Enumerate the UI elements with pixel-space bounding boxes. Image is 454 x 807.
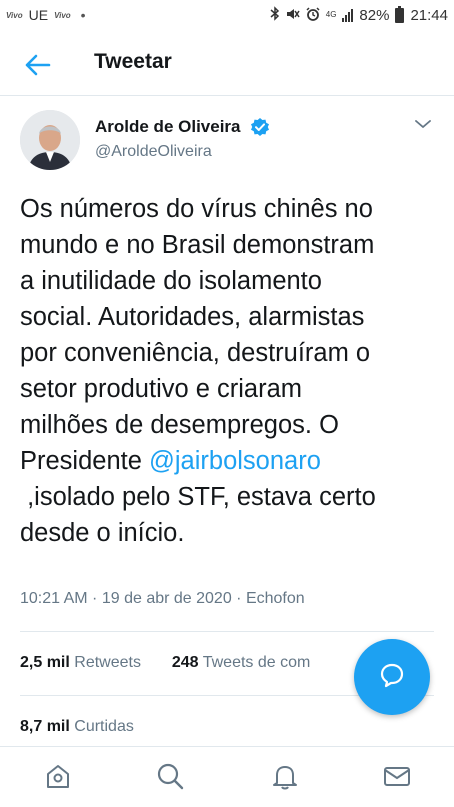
- author-name[interactable]: Arolde de Oliveira: [95, 117, 241, 137]
- status-bar: Vivo UE Vivo • 4G 82% 21:44: [0, 0, 454, 34]
- author-handle[interactable]: @AroldeOliveira: [95, 143, 212, 161]
- back-arrow-icon[interactable]: [24, 52, 52, 78]
- search-icon[interactable]: [155, 761, 185, 791]
- tweet-line: setor produtivo e criaram: [20, 375, 303, 403]
- tweet-line: social. Autoridades, alarmistas: [20, 303, 365, 331]
- page-title: Tweetar: [94, 50, 172, 73]
- tweet-line: mundo e no Brasil demonstram: [20, 231, 375, 259]
- tweet-line: Os números do vírus chinês no: [20, 195, 373, 223]
- status-right: 4G 82% 21:44: [270, 5, 448, 24]
- notification-dot-icon: •: [80, 7, 86, 23]
- quote-tweets-label: Tweets de com: [202, 654, 311, 671]
- carrier-mini-label-2: Vivo: [54, 10, 71, 20]
- tweet-line: ,isolado pelo STF, estava certo: [20, 483, 376, 511]
- likes-label: Curtidas: [74, 718, 134, 735]
- meta-separator: ·: [87, 590, 102, 607]
- signal-icon: [342, 8, 354, 22]
- tweet-line: por conveniência, destruíram o: [20, 339, 371, 367]
- home-icon[interactable]: [43, 761, 73, 791]
- tweet-time: 10:21 AM: [20, 590, 88, 607]
- chevron-down-icon[interactable]: [414, 117, 432, 129]
- mute-icon: [286, 7, 300, 24]
- tweet-line: desde o início.: [20, 519, 185, 547]
- top-app-bar: Tweetar: [0, 34, 454, 96]
- messages-icon[interactable]: [382, 761, 412, 791]
- alarm-icon: [306, 6, 320, 24]
- retweets-label: Retweets: [74, 654, 141, 671]
- network-type-label: 4G: [325, 10, 337, 19]
- verified-badge-icon: [250, 117, 270, 137]
- bottom-nav: [0, 746, 454, 807]
- meta-separator: ·: [231, 590, 246, 607]
- mention-link[interactable]: @jairbolsonaro: [149, 447, 321, 475]
- tweet-text-segment: Presidente: [20, 447, 149, 475]
- tweet-line: milhões de desempregos. O: [20, 411, 339, 439]
- reply-fab-button[interactable]: [354, 639, 430, 715]
- bluetooth-icon: [270, 6, 280, 24]
- retweets-stat[interactable]: 2,5 mil Retweets: [20, 654, 141, 671]
- tweet-body: Os números do vírus chinês no mundo e no…: [20, 191, 440, 551]
- likes-stat[interactable]: 8,7 mil Curtidas: [20, 718, 134, 736]
- tweet-source[interactable]: Echofon: [246, 590, 305, 607]
- battery-icon: [395, 5, 405, 23]
- tweet-meta: 10:21 AM · 19 de abr de 2020 · Echofon: [20, 590, 305, 608]
- clock: 21:44: [410, 6, 448, 24]
- retweets-count: 2,5 mil: [20, 654, 70, 671]
- tweet-line-mention: Presidente @jairbolsonaro: [20, 443, 440, 479]
- quote-tweets-stat[interactable]: 248 Tweets de com: [172, 654, 310, 671]
- avatar[interactable]: [20, 110, 80, 170]
- tweet-line: a inutilidade do isolamento: [20, 267, 322, 295]
- notifications-icon[interactable]: [270, 761, 300, 791]
- likes-count: 8,7 mil: [20, 718, 70, 735]
- battery-percent: 82%: [359, 6, 390, 24]
- quote-tweets-count: 248: [171, 654, 199, 671]
- status-left: Vivo UE Vivo •: [6, 7, 86, 23]
- carrier-label: UE: [28, 7, 49, 23]
- carrier-mini-label-1: Vivo: [6, 10, 23, 20]
- engagement-stats: 2,5 mil Retweets 248 Tweets de com: [20, 654, 310, 672]
- tweet-date: 19 de abr de 2020: [101, 590, 232, 607]
- divider: [20, 631, 434, 632]
- compose-reply-icon: [378, 661, 406, 694]
